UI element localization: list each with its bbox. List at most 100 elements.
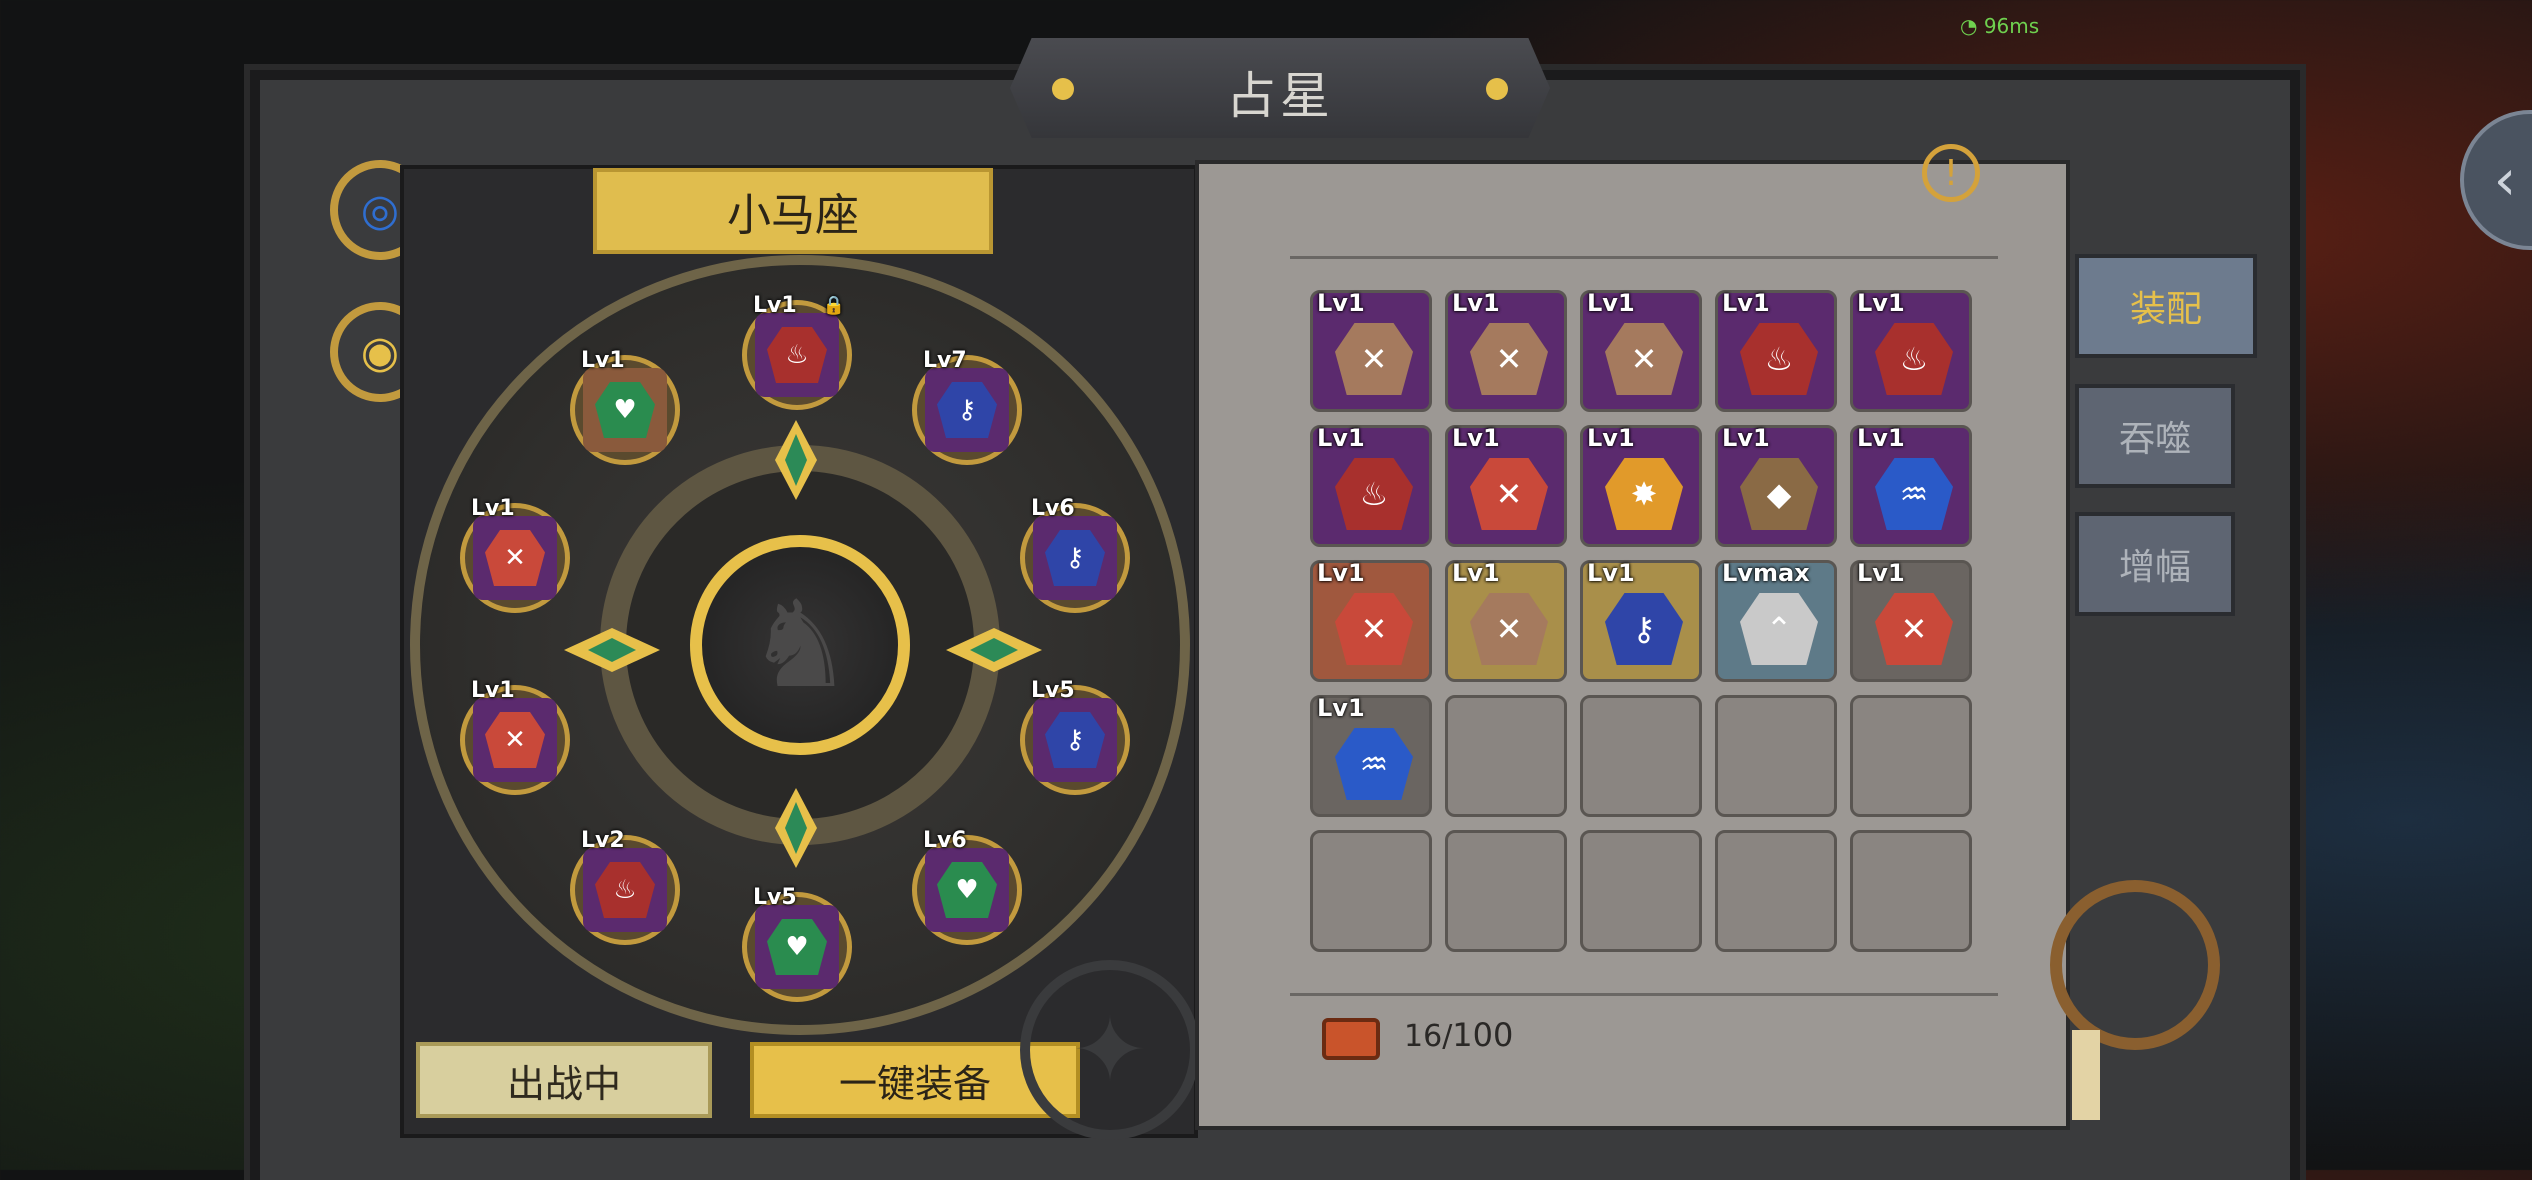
inventory-item[interactable]: ✕ Lv1 bbox=[1580, 289, 1702, 412]
wheel-slot[interactable]: ⚷ Lv5 bbox=[1020, 678, 1130, 795]
exclamation-icon: ! bbox=[1943, 152, 1959, 194]
deployed-label: 出战中 bbox=[506, 1061, 621, 1106]
inventory-item[interactable]: ✕ Lv1 bbox=[1445, 559, 1567, 682]
tab-devour-label: 吞噬 bbox=[2118, 419, 2191, 460]
inventory-item[interactable]: ♨ Lv1 bbox=[1310, 424, 1432, 547]
rune-water-icon: ♒ bbox=[1335, 728, 1413, 800]
wheel-slot[interactable]: ♥ Lv1 bbox=[570, 348, 680, 465]
lock-icon: 🔒 bbox=[822, 295, 845, 316]
rune-level: Lv1 bbox=[1857, 559, 1905, 587]
rune-flame-icon: ♨ bbox=[1875, 323, 1953, 395]
rune-level: Lv6 bbox=[1031, 496, 1075, 521]
inventory-empty-slot[interactable] bbox=[1580, 830, 1702, 952]
wheel-slot[interactable]: ⚷ Lv6 bbox=[1020, 496, 1130, 613]
tab-devour[interactable]: 吞噬 bbox=[2075, 384, 2235, 488]
inventory-item[interactable]: ✕ Lv1 bbox=[1445, 424, 1567, 547]
rune-level: Lv1 bbox=[1587, 559, 1635, 587]
rune-flame-icon: ♨ bbox=[1335, 458, 1413, 530]
wheel-slot[interactable]: ♥ Lv6 bbox=[912, 828, 1022, 945]
bag-icon bbox=[1322, 1018, 1380, 1060]
rune-level: Lv1 bbox=[1722, 424, 1770, 452]
network-status: ◔ 96ms bbox=[1960, 14, 2039, 38]
inventory-empty-slot[interactable] bbox=[1445, 830, 1567, 952]
tab-equip[interactable]: 装配 bbox=[2075, 254, 2257, 358]
inventory-empty-slot[interactable] bbox=[1850, 830, 1972, 952]
spiral-icon: ◎ bbox=[360, 184, 400, 236]
inventory-empty-slot[interactable] bbox=[1310, 830, 1432, 952]
tab-amplify[interactable]: 增幅 bbox=[2075, 512, 2235, 616]
deployed-button[interactable]: 出战中 bbox=[416, 1042, 712, 1118]
inventory-item[interactable]: ◆ Lv1 bbox=[1715, 424, 1837, 547]
horse-head-icon: ♞ bbox=[746, 575, 854, 715]
inventory-item[interactable]: ✕ Lv1 bbox=[1310, 559, 1432, 682]
candle-decoration bbox=[2072, 1030, 2100, 1120]
inventory-item[interactable]: ⚷ Lv1 bbox=[1580, 559, 1702, 682]
inventory-empty-slot[interactable] bbox=[1850, 695, 1972, 817]
inventory-empty-slot[interactable] bbox=[1445, 695, 1567, 817]
rune-sword-icon: ✕ bbox=[1470, 593, 1548, 665]
rune-level: Lv7 bbox=[923, 348, 967, 373]
rune-level: Lv1 bbox=[471, 678, 515, 703]
rune-sword-icon: ✕ bbox=[1470, 458, 1548, 530]
rune-level: Lv1 bbox=[1857, 424, 1905, 452]
inventory-item[interactable]: ♒ Lv1 bbox=[1850, 424, 1972, 547]
rune-level: Lv1 bbox=[581, 348, 625, 373]
title-ornament-right bbox=[1486, 78, 1508, 100]
inventory-item[interactable]: ✸ Lv1 bbox=[1580, 424, 1702, 547]
inventory-item[interactable]: ♒ Lv1 bbox=[1310, 694, 1432, 817]
rune-level: Lv1 bbox=[1452, 424, 1500, 452]
rune-level: Lv1 bbox=[1452, 559, 1500, 587]
info-button[interactable]: ! bbox=[1922, 144, 1980, 202]
rune-level: Lv1 bbox=[1452, 289, 1500, 317]
divider bbox=[1290, 256, 1998, 259]
wheel-slot[interactable]: ✕ Lv1 bbox=[460, 496, 570, 613]
wheel-slot[interactable]: ✕ Lv1 bbox=[460, 678, 570, 795]
rune-shield-icon: ◆ bbox=[1740, 458, 1818, 530]
constellation-name: 小马座 bbox=[727, 190, 859, 241]
wheel-core[interactable]: ♞ bbox=[690, 535, 910, 755]
astrolabe-decoration bbox=[2050, 880, 2220, 1050]
inventory-empty-slot[interactable] bbox=[1580, 695, 1702, 817]
inventory-item[interactable]: ✕ Lv1 bbox=[1310, 289, 1432, 412]
tab-equip-label: 装配 bbox=[2129, 289, 2202, 330]
wheel-slot[interactable]: ♨ Lv1 🔒 bbox=[742, 293, 852, 410]
inventory-max: 100 bbox=[1452, 1016, 1514, 1054]
inventory-item[interactable]: ♨ Lv1 bbox=[1850, 289, 1972, 412]
inventory-item[interactable]: ✕ Lv1 bbox=[1850, 559, 1972, 682]
compass-icon: ✦ bbox=[1072, 997, 1148, 1103]
inventory-count: 16 bbox=[1404, 1019, 1443, 1054]
page-title: 占星 bbox=[1226, 67, 1334, 125]
rune-level: Lv1 bbox=[1587, 289, 1635, 317]
inventory-item[interactable]: ✕ Lv1 bbox=[1445, 289, 1567, 412]
rune-spark-icon: ✸ bbox=[1605, 458, 1683, 530]
inventory-item[interactable]: ⌃ Lvmax bbox=[1715, 559, 1837, 682]
rune-level: Lv1 bbox=[753, 293, 797, 318]
rune-level: Lv1 bbox=[1722, 289, 1770, 317]
rune-level: Lv1 bbox=[1587, 424, 1635, 452]
equip-all-label: 一键装备 bbox=[838, 1061, 991, 1106]
rune-level: Lv1 bbox=[1317, 694, 1365, 722]
compass-decoration: ✦ bbox=[1020, 960, 1200, 1140]
rune-level: Lv1 bbox=[1317, 559, 1365, 587]
inventory-empty-slot[interactable] bbox=[1715, 695, 1837, 817]
eye-icon: ◉ bbox=[360, 326, 400, 378]
inventory-item[interactable]: ♨ Lv1 bbox=[1715, 289, 1837, 412]
tab-amplify-label: 增幅 bbox=[2118, 547, 2191, 588]
rune-level: Lv1 bbox=[1317, 289, 1365, 317]
wheel-slot[interactable]: ♨ Lv2 bbox=[570, 828, 680, 945]
inventory-capacity: 16/100 bbox=[1404, 1016, 1514, 1054]
ping-label: 96ms bbox=[1983, 14, 2040, 38]
wheel-slot[interactable]: ♥ Lv5 bbox=[742, 885, 852, 1002]
rune-key-icon: ⚷ bbox=[1605, 593, 1683, 665]
constellation-name-banner: 小马座 bbox=[593, 168, 993, 254]
rune-level: Lv2 bbox=[581, 828, 625, 853]
rune-level: Lv5 bbox=[1031, 678, 1075, 703]
divider bbox=[1290, 993, 1998, 996]
rune-level: Lv5 bbox=[753, 885, 797, 910]
rune-level: Lv1 bbox=[1857, 289, 1905, 317]
rune-flame-icon: ♨ bbox=[1740, 323, 1818, 395]
wheel-slot[interactable]: ⚷ Lv7 bbox=[912, 348, 1022, 465]
back-button[interactable]: ‹ bbox=[2460, 110, 2532, 250]
rune-level: Lv1 bbox=[1317, 424, 1365, 452]
inventory-empty-slot[interactable] bbox=[1715, 830, 1837, 952]
